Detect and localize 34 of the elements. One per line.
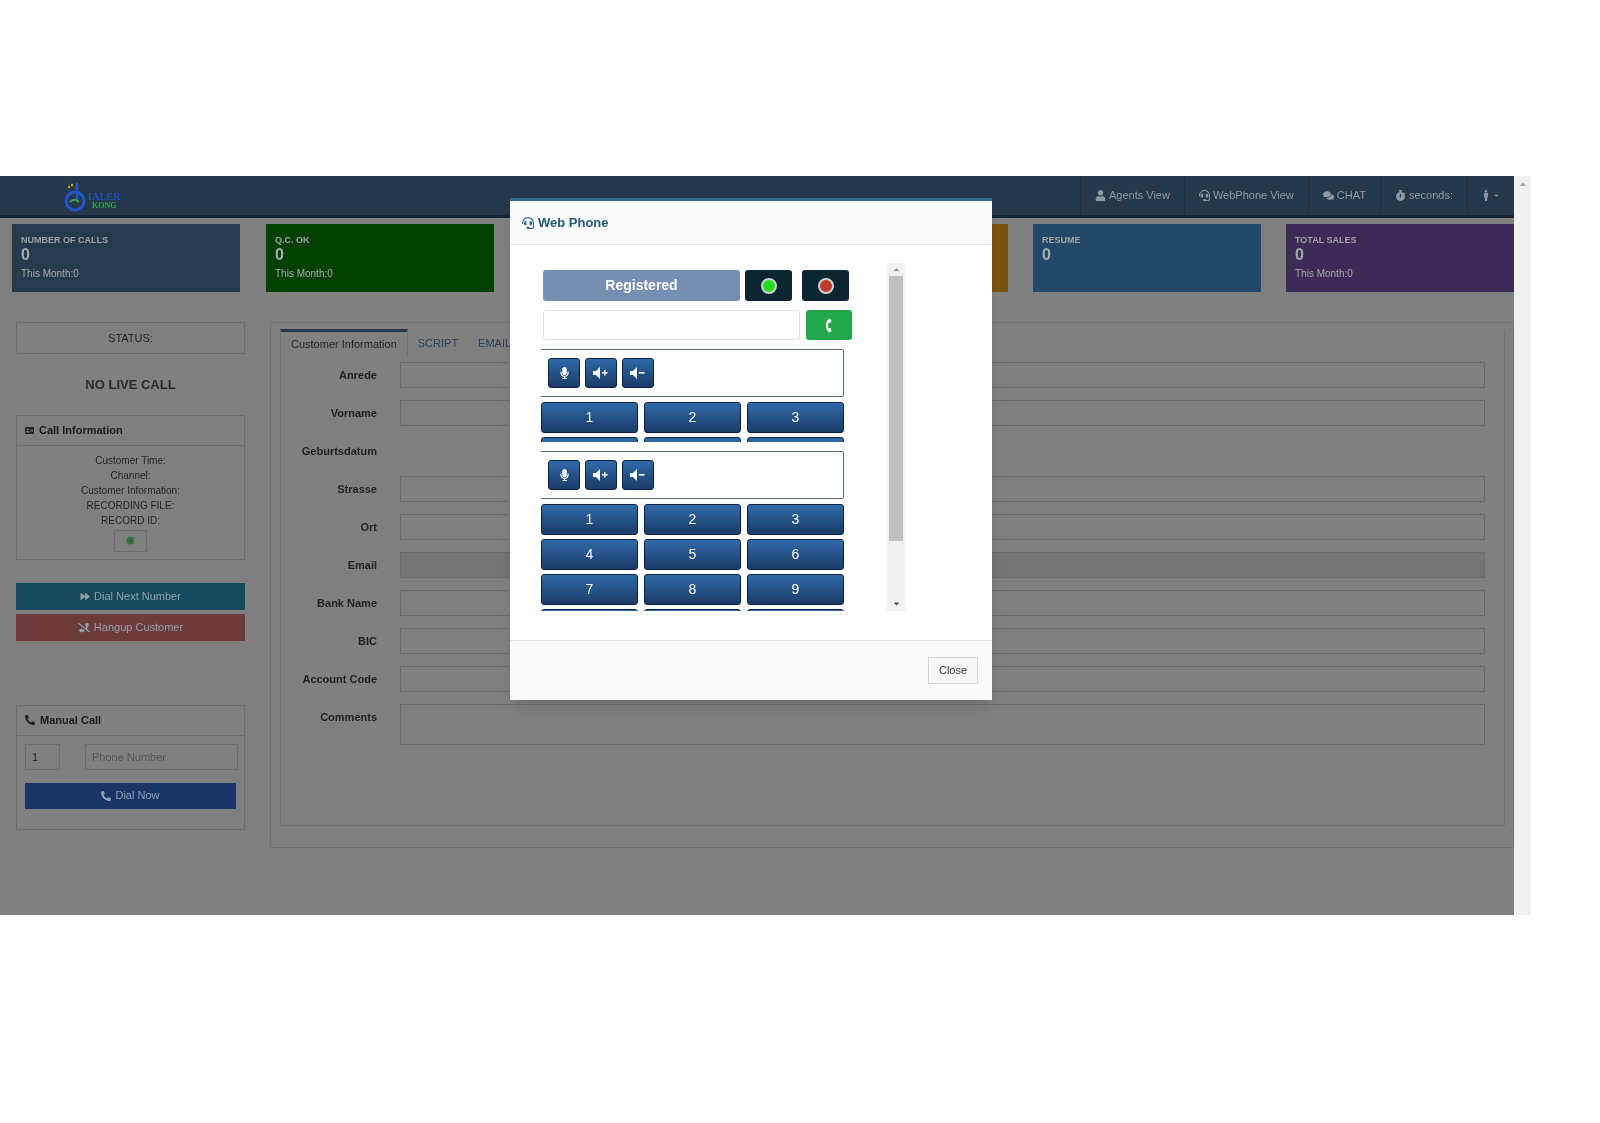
stat-month: This Month:0: [275, 267, 334, 281]
info-label: Customer Time:: [95, 453, 166, 468]
stat-month: This Month:0: [1295, 267, 1354, 281]
stat-value: 0: [275, 246, 285, 264]
stat-title: Q.C. OK: [275, 234, 311, 246]
field-label: Comments: [319, 710, 377, 725]
field-label: Account Code: [301, 672, 377, 687]
logo-text: IALER: [88, 190, 121, 201]
stat-title: TOTAL SALES: [1295, 234, 1358, 246]
registration-status: Registered: [543, 270, 740, 301]
stat-value: 0: [1042, 246, 1052, 264]
stat-month: This Month:0: [21, 267, 80, 281]
stat-title: NUMBER OF CALLS: [21, 234, 109, 246]
field-label: BIC: [357, 634, 377, 649]
info-label: Customer Information:: [81, 483, 180, 498]
field-label: Strasse: [336, 482, 377, 497]
info-label: RECORDING FILE:: [86, 498, 175, 513]
field-label: Geburtsdatum: [300, 444, 377, 459]
panel-title: Call Information: [39, 422, 123, 438]
field-label: Anrede: [338, 368, 377, 383]
field-label: Vorname: [329, 406, 377, 421]
info-label: Channel:: [110, 468, 151, 483]
panel-title: Manual Call: [40, 712, 102, 728]
stat-value: 0: [21, 246, 31, 264]
field-label: Bank Name: [316, 596, 377, 611]
stat-title: RESUME: [1042, 234, 1082, 246]
stat-value: 0: [1295, 246, 1305, 264]
field-label: Email: [346, 558, 377, 573]
live-call-status: NO LIVE CALL: [84, 376, 177, 394]
dialog-title: Web Phone: [538, 213, 609, 232]
logo-text: KONG: [92, 200, 118, 211]
field-label: Ort: [359, 520, 377, 535]
info-label: RECORD ID:: [101, 513, 160, 528]
status-label: STATUS:: [108, 330, 153, 346]
